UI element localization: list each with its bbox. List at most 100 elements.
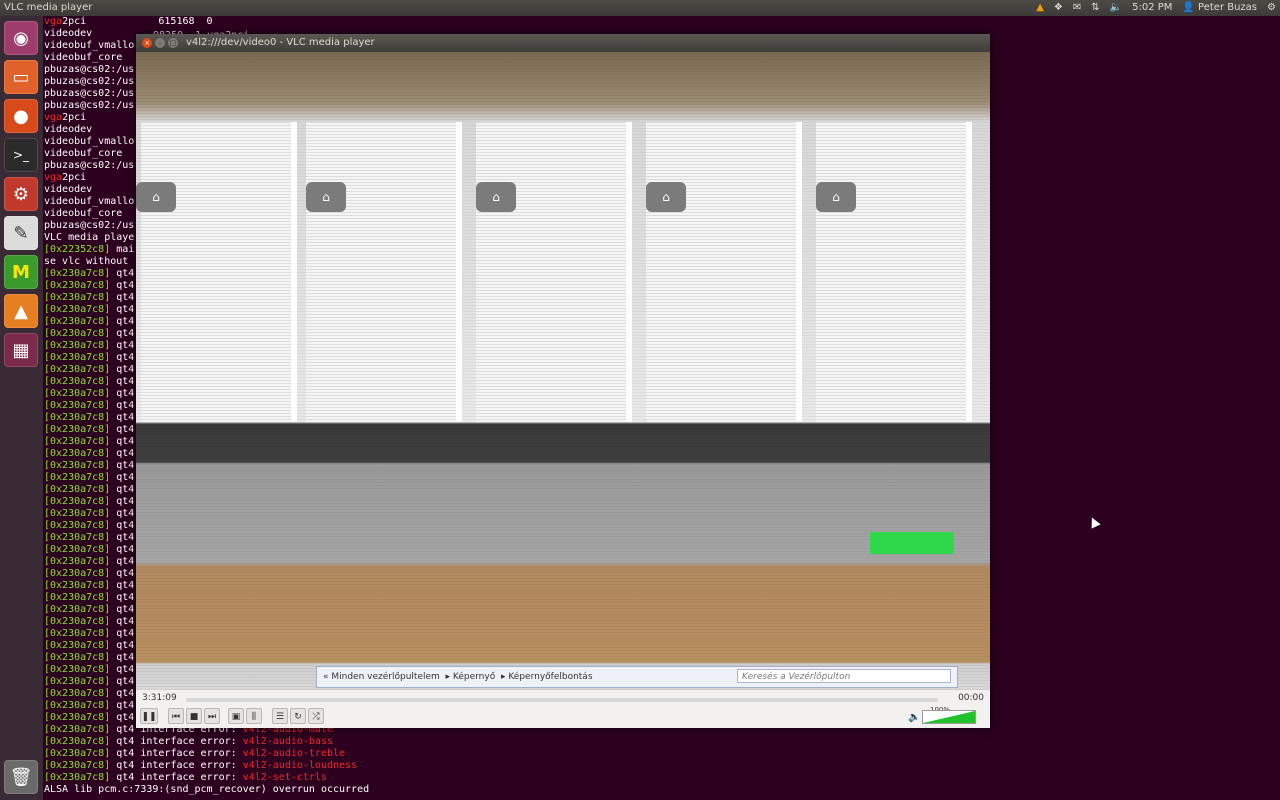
next-button[interactable]: ⏭ [204,708,220,724]
firefox-icon[interactable]: ● [4,99,38,133]
trash-icon[interactable]: 🗑 [4,760,38,794]
terminal-line: se vlc without [44,256,128,268]
vlc-titlebar[interactable]: × – □ v4l2:///dev/video0 - VLC media pla… [136,34,990,52]
mail-icon[interactable]: ✉ [1073,0,1081,16]
extended-settings-button[interactable]: ⫼ [246,708,262,724]
terminal-text: 2pci [62,172,87,183]
terminal-icon[interactable]: >_ [4,138,38,172]
pause-button[interactable]: ❚❚ [140,708,158,724]
terminal-line: [0x230a7c8] qt4 [44,712,134,724]
terminal-line: pbuzas@cs02:/us [44,88,134,100]
terminal-text: [0x230a7c8] [44,628,111,639]
playlist-icon: ☰ [275,712,285,722]
vlc-icon[interactable]: ▲ [4,294,38,328]
previous-button[interactable]: ⏮ [168,708,184,724]
volume-slider[interactable] [922,710,976,724]
terminal-line: videobuf_core [44,208,122,220]
seek-bar[interactable] [186,698,938,702]
terminal-text: [0x230a7c8] [44,328,111,339]
video-artifact-icon: ⌂ [136,182,176,212]
terminal-line: [0x230a7c8] qt4 [44,280,134,292]
terminal-text: qt4 [110,340,135,351]
terminal-line: [0x230a7c8] qt4 [44,376,134,388]
terminal-text: videodev [44,124,93,135]
terminal-text: qt4 [110,304,135,315]
terminal-text: [0x230a7c8] [44,280,111,291]
terminal-text: [0x230a7c8] [44,700,111,711]
vlc-window[interactable]: × – □ v4l2:///dev/video0 - VLC media pla… [136,34,990,728]
terminal-line: [0x230a7c8] qt4 [44,460,134,472]
terminal-text: qt4 [110,556,135,567]
files-icon[interactable]: ▭ [4,60,38,94]
terminal-text: [0x230a7c8] [44,388,111,399]
app-m-icon[interactable]: M [4,255,38,289]
terminal-text: qt4 [110,436,135,447]
dash-home-icon[interactable]: ◉ [4,21,38,55]
terminal-line: [0x230a7c8] qt4 [44,568,134,580]
terminal-text: qt4 [110,388,135,399]
shuffle-icon: ⤮ [312,712,320,722]
user-menu[interactable]: 👤 Peter Buzas [1182,0,1257,16]
text-editor-icon[interactable]: ✎ [4,216,38,250]
video-artifact-column [476,122,632,422]
terminal-text: [0x230a7c8] [44,520,111,531]
speaker-icon[interactable]: 🔈 [908,712,920,723]
video-artifact-icon: ⌂ [646,182,686,212]
terminal-text: [0x230a7c8] [44,400,111,411]
terminal-text: qt4 [110,664,135,675]
terminal-text: vga [44,16,63,27]
dropbox-icon[interactable]: ❖ [1054,0,1063,16]
video-artifact-green-block [870,532,954,554]
clock[interactable]: 5:02 PM [1132,0,1172,16]
video-artifact-column [141,122,297,422]
terminal-text: [0x230a7c8] [44,580,111,591]
terminal-line: [0x230a7c8] qt4 interface error: v4l2-se… [44,772,327,784]
terminal-line: [0x22352c8] mai [44,244,134,256]
terminal-line: [0x230a7c8] qt4 [44,592,134,604]
terminal-text: qt4 interface error: [110,748,243,759]
close-icon[interactable]: × [142,38,152,48]
system-settings-icon[interactable]: ⚙ [4,177,38,211]
terminal-text: qt4 [110,292,135,303]
video-area[interactable]: ⌂ ⌂ ⌂ ⌂ ⌂ « Minden vezérlőpultelem ▸ Kép… [136,52,990,690]
stop-button[interactable]: ■ [186,708,202,724]
loop-button[interactable]: ↻ [290,708,306,724]
terminal-line: [0x230a7c8] qt4 [44,364,134,376]
workspace-switcher-icon[interactable]: ▦ [4,333,38,367]
terminal-line: videobuf_vmallo [44,196,134,208]
elapsed-time: 3:31:09 [142,693,177,703]
video-breadcrumbs: « Minden vezérlőpultelem ▸ Képernyő ▸ Ké… [323,672,593,682]
video-artifact-icon: ⌂ [306,182,346,212]
terminal-text: qt4 [110,616,135,627]
minimize-icon[interactable]: – [155,38,165,48]
terminal-text: v4l2-audio-bass [242,736,333,747]
maximize-icon[interactable]: □ [168,38,178,48]
terminal-line: [0x230a7c8] qt4 [44,532,134,544]
terminal-text: pbuzas@cs02:/us [44,88,135,99]
playlist-button[interactable]: ☰ [272,708,288,724]
terminal-line: VLC media playe [44,232,134,244]
network-icon[interactable]: ⇅ [1091,0,1099,16]
terminal-text: [0x230a7c8] [44,424,111,435]
terminal-text: [0x230a7c8] [44,292,111,303]
terminal-line: [0x230a7c8] qt4 [44,448,134,460]
volume-icon[interactable]: 🔈 [1110,0,1122,16]
terminal-line: videobuf_core [44,148,122,160]
terminal-text: qt4 [110,520,135,531]
terminal-line: [0x230a7c8] qt4 [44,412,134,424]
fullscreen-button[interactable]: ▣ [228,708,244,724]
terminal-text: ALSA lib pcm.c:7339:(snd_pcm_recover) ov… [44,784,370,795]
terminal-line: [0x230a7c8] qt4 [44,400,134,412]
session-gear-icon[interactable]: ⚙ [1267,0,1276,16]
terminal-text: [0x230a7c8] [44,268,111,279]
terminal-text: pbuzas@cs02:/us [44,220,135,231]
shuffle-button[interactable]: ⤮ [308,708,324,724]
terminal-text: VLC media playe [44,232,135,243]
terminal-line: pbuzas@cs02:/us [44,76,134,88]
terminal-line: videodev [44,28,92,40]
terminal-text: qt4 [110,688,135,699]
terminal-text: qt4 [110,712,135,723]
vlc-tray-icon[interactable]: ▲ [1036,0,1044,16]
terminal-text: qt4 [110,376,135,387]
terminal-line: [0x230a7c8] qt4 [44,508,134,520]
